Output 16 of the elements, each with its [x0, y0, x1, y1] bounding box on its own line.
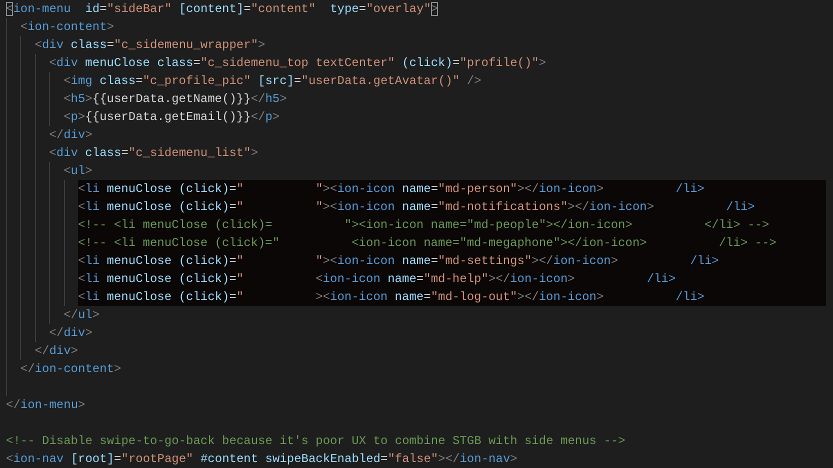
code-line: </ion-content> — [20, 361, 122, 378]
code-line: </ul> — [64, 307, 101, 324]
code-line: <!-- Disable swipe-to-go-back because it's poor UX to combine STGB with side menus --> — [6, 433, 626, 450]
code-line: <div class="c_sidemenu_wrapper"> — [34, 37, 266, 54]
code-line: <ul> — [64, 163, 94, 180]
code-line: </ion-menu> — [6, 397, 86, 414]
code-line: <h5>{{userData.getName()}}</h5> — [64, 91, 288, 108]
code-line: </div> — [49, 127, 94, 144]
code-line: </div> — [34, 343, 79, 360]
code-line: <ion-nav [root]="rootPage" #content swipeBackEnabled="false"></ion-nav> — [6, 451, 518, 468]
code-line: </div> — [49, 325, 94, 342]
code-line: <ion-content> — [20, 19, 116, 36]
code-line: <div menuClose class="c_sidemenu_top textCenter" (click)="profile()"> — [49, 55, 548, 72]
code-line: <div class="c_sidemenu_list"> — [49, 145, 260, 162]
code-line: <p>{{userData.getEmail()}}</p> — [64, 109, 281, 126]
code-line: <img class="c_profile_pic" [src]="userData.getAvatar()" /> — [64, 73, 482, 90]
